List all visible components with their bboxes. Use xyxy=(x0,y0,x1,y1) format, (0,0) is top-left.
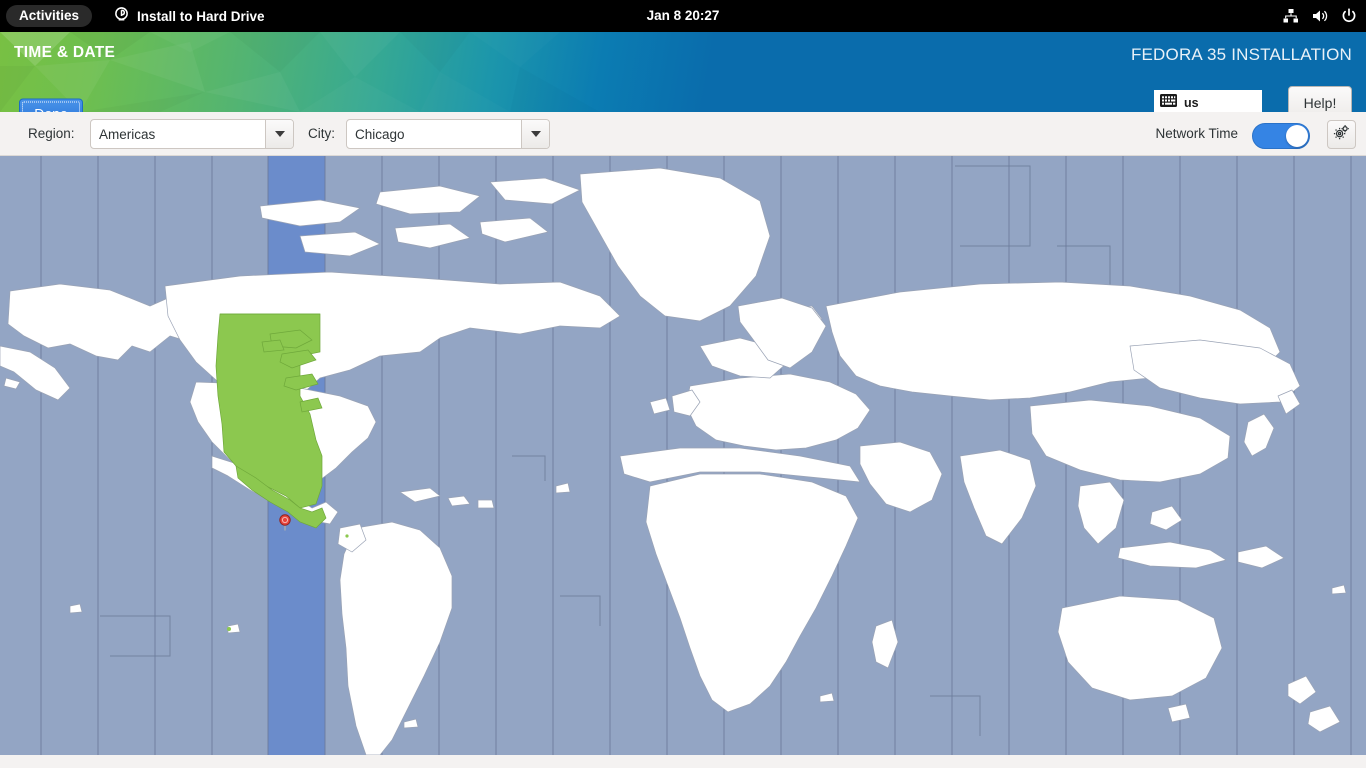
help-button-label: Help! xyxy=(1303,95,1337,111)
window-footer-strip xyxy=(0,755,1366,768)
volume-icon[interactable] xyxy=(1311,7,1329,25)
system-status-area[interactable] xyxy=(1282,0,1358,32)
timezone-toolbar: Region: Americas City: Chicago Network T… xyxy=(0,112,1366,156)
done-button[interactable]: Done xyxy=(19,98,83,112)
city-label: City: xyxy=(308,126,335,141)
switch-knob xyxy=(1286,125,1308,147)
region-label: Region: xyxy=(28,126,75,141)
world-map-svg[interactable] xyxy=(0,156,1366,755)
clock-label: Jan 8 20:27 xyxy=(646,8,720,23)
network-wired-icon[interactable] xyxy=(1282,7,1300,25)
gnome-top-bar: Activities Install to Hard Drive Jan 8 2… xyxy=(0,0,1366,32)
keyboard-layout-label: us xyxy=(1184,96,1199,110)
app-menu-label: Install to Hard Drive xyxy=(137,8,265,24)
keyboard-layout-indicator[interactable]: us xyxy=(1154,90,1262,112)
activities-button[interactable]: Activities xyxy=(6,4,93,28)
app-menu-button[interactable]: Install to Hard Drive xyxy=(114,7,265,25)
fedora-anaconda-icon xyxy=(114,7,129,25)
city-combobox[interactable]: Chicago xyxy=(346,119,550,149)
page-title: TIME & DATE xyxy=(14,44,116,61)
focus-ring xyxy=(22,101,80,112)
gears-icon xyxy=(1333,124,1350,146)
help-button[interactable]: Help! xyxy=(1288,86,1352,112)
region-value: Americas xyxy=(99,126,156,142)
network-time-config-button[interactable] xyxy=(1327,120,1356,149)
green-island-dot xyxy=(227,627,231,631)
region-combobox[interactable]: Americas xyxy=(90,119,294,149)
network-time-switch[interactable] xyxy=(1252,123,1310,149)
city-value: Chicago xyxy=(355,126,405,142)
power-icon[interactable] xyxy=(1340,7,1358,25)
location-pin-icon xyxy=(279,514,291,531)
installer-header: TIME & DATE Done FEDORA 35 INSTALLATION … xyxy=(0,32,1366,112)
green-island-dot xyxy=(345,534,349,538)
keyboard-icon xyxy=(1160,94,1177,112)
product-name-label: FEDORA 35 INSTALLATION xyxy=(1130,45,1352,64)
network-time-label: Network Time xyxy=(1155,126,1238,141)
chevron-down-icon[interactable] xyxy=(521,120,549,148)
chevron-down-icon[interactable] xyxy=(265,120,293,148)
timezone-map[interactable] xyxy=(0,156,1366,755)
